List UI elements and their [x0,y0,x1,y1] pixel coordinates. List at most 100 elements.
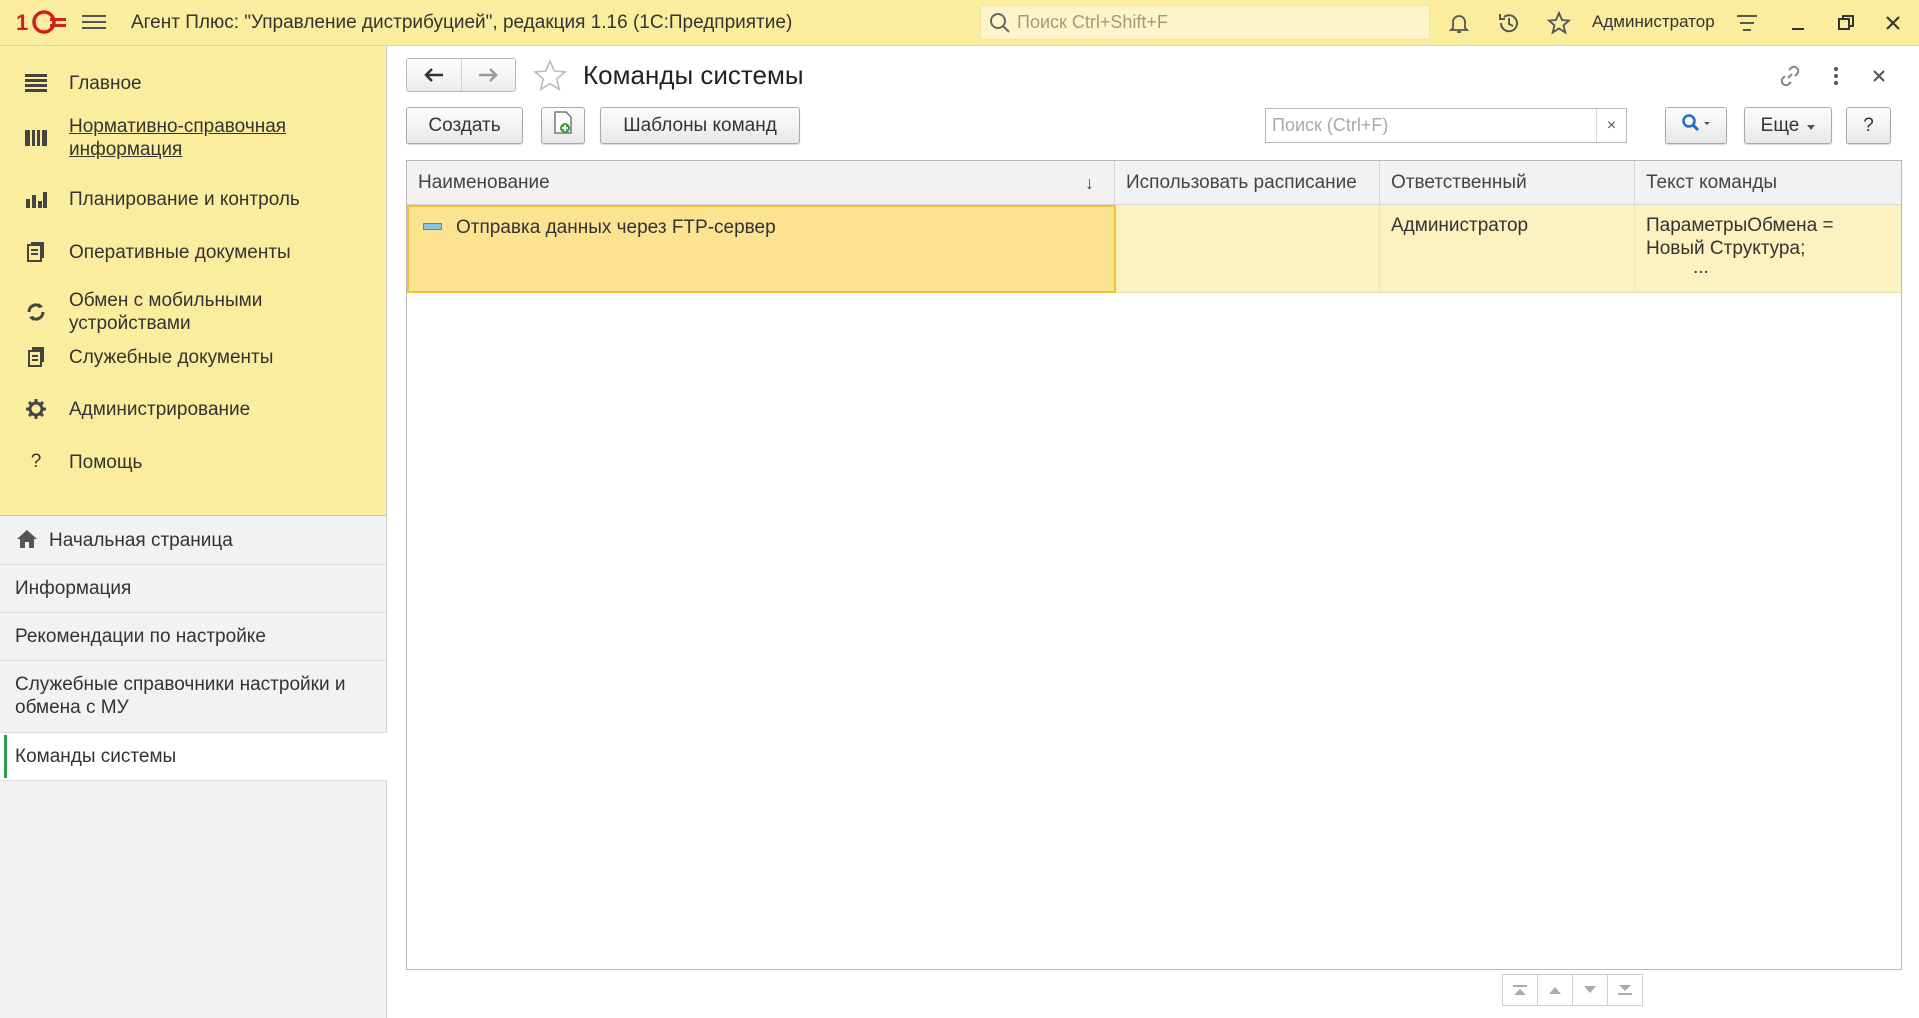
main-content: Команды системы Создать Шаблоны команд П… [388,46,1919,1018]
help-button[interactable]: ? [1846,107,1891,144]
command-text-ellipsis: ... [1693,257,1709,278]
column-header-label: Использовать расписание [1126,172,1357,193]
table-row[interactable]: Отправка данных через FTP-сервер Админис… [407,205,1901,293]
1c-logo[interactable]: 1 [14,8,66,36]
nav-item-system-commands[interactable]: Команды системы [0,733,387,781]
column-header-schedule[interactable]: Использовать расписание [1115,161,1380,205]
nav-item-label: Служебные справочники настройки и обмена… [15,674,346,718]
link-icon[interactable] [1776,62,1804,90]
history-icon[interactable] [1494,8,1524,38]
column-header-name[interactable]: Наименование ↓ [407,161,1115,205]
column-header-responsible[interactable]: Ответственный [1380,161,1635,205]
gear-icon [22,395,50,423]
cell-name-text: Отправка данных через FTP-сервер [456,217,776,238]
nav-item-label: Начальная страница [49,530,233,551]
sync-icon [22,298,50,326]
page-title: Команды системы [583,60,804,90]
search-options-button[interactable] [1665,107,1727,144]
cell-responsible[interactable]: Администратор [1380,205,1635,293]
commands-table: Наименование ↓ Использовать расписание О… [406,160,1902,970]
create-copy-button[interactable] [541,107,585,144]
nav-item-label: Команды системы [15,746,177,767]
section-mobile-exchange[interactable]: Обмен с мобильными устройствами [0,286,387,338]
column-header-label: Ответственный [1391,172,1527,193]
add-to-favorites-star-icon[interactable] [532,58,568,94]
list-icon [22,69,50,97]
section-label: Администрирование [69,398,251,420]
section-label: Оперативные документы [69,241,291,263]
cell-name[interactable]: Отправка данных через FTP-сервер [407,205,1116,293]
catalog-icon [22,124,50,152]
nav-item-label: Рекомендации по настройке [15,626,266,647]
section-help[interactable]: ? Помощь [0,439,387,485]
scroll-down-icon[interactable] [1572,974,1608,1006]
section-service-docs[interactable]: Служебные документы [0,334,387,380]
favorites-star-icon[interactable] [1544,8,1574,38]
more-button[interactable]: Еще [1744,107,1832,144]
add-document-icon [553,110,573,141]
settings-lines-icon[interactable] [1732,8,1762,38]
catalog-item-icon [423,223,442,230]
section-administration[interactable]: Администрирование [0,386,387,432]
app-title: Агент Плюс: "Управление дистрибуцией", р… [131,12,793,33]
create-button[interactable]: Создать [406,107,523,144]
nav-item-label: Информация [15,578,132,599]
nav-item-service-catalogs[interactable]: Служебные справочники настройки и обмена… [0,661,387,733]
column-header-label: Наименование [418,172,550,193]
sort-arrow-icon: ↓ [1085,172,1094,193]
section-operational-docs[interactable]: Оперативные документы [0,229,387,275]
search-icon [989,12,1011,39]
command-text-line: ПараметрыОбмена = [1646,215,1834,236]
scroll-to-bottom-icon[interactable] [1607,974,1643,1006]
sidebar: Главное Нормативно-справочная информация… [0,46,387,1018]
cell-command-text[interactable]: ПараметрыОбмена = Новый Структура; ... [1635,205,1901,293]
help-icon: ? [30,451,42,472]
section-label: Планирование и контроль [69,188,300,210]
global-search-placeholder: Поиск Ctrl+Shift+F [1017,12,1168,32]
list-search-placeholder: Поиск (Ctrl+F) [1272,115,1389,135]
section-label: Нормативно-справочная информация [69,116,287,160]
clear-search-button[interactable]: × [1596,109,1626,142]
section-planning[interactable]: Планирование и контроль [0,176,387,222]
more-actions-icon[interactable] [1822,62,1850,90]
list-search-input[interactable]: Поиск (Ctrl+F) × [1265,108,1627,143]
main-menu-icon[interactable] [82,11,106,33]
section-label: Обмен с мобильными устройствами [69,290,263,334]
close-icon[interactable] [1878,8,1908,38]
cell-schedule[interactable] [1116,205,1380,293]
bell-icon[interactable] [1444,8,1474,38]
nav-item-home[interactable]: Начальная страница [0,517,387,565]
chart-icon [22,185,50,213]
home-icon [16,529,38,555]
nav-item-information[interactable]: Информация [0,565,387,613]
minimize-icon[interactable] [1783,8,1813,38]
top-bar: 1 Агент Плюс: "Управление дистрибуцией",… [0,0,1919,46]
more-label: Еще [1760,114,1800,136]
forward-button[interactable] [460,59,516,91]
back-button[interactable] [407,59,461,91]
close-form-icon[interactable] [1865,62,1893,90]
user-name[interactable]: Администратор [1592,12,1715,32]
list-scroll-controls [1502,974,1643,1006]
scroll-up-icon[interactable] [1537,974,1573,1006]
column-header-command-text[interactable]: Текст команды [1635,161,1901,205]
section-label: Служебные документы [69,346,274,368]
search-icon [1681,113,1711,139]
svg-text:1: 1 [16,10,28,35]
chevron-down-icon [1807,115,1816,137]
history-nav [406,58,516,92]
table-header: Наименование ↓ Использовать расписание О… [407,161,1901,205]
service-docs-icon [22,343,50,371]
column-header-label: Текст команды [1646,172,1778,193]
section-main[interactable]: Главное [0,60,387,106]
nav-item-setup-recommendations[interactable]: Рекомендации по настройке [0,613,387,661]
scroll-to-top-icon[interactable] [1502,974,1538,1006]
section-reference-info[interactable]: Нормативно-справочная информация [0,112,387,164]
global-search-input[interactable]: Поиск Ctrl+Shift+F [980,5,1430,40]
restore-icon[interactable] [1831,8,1861,38]
command-templates-button[interactable]: Шаблоны команд [600,107,800,144]
documents-icon [22,238,50,266]
section-label: Главное [69,72,142,94]
command-text-line: Новый Структура; [1646,238,1806,259]
section-label: Помощь [69,451,143,473]
